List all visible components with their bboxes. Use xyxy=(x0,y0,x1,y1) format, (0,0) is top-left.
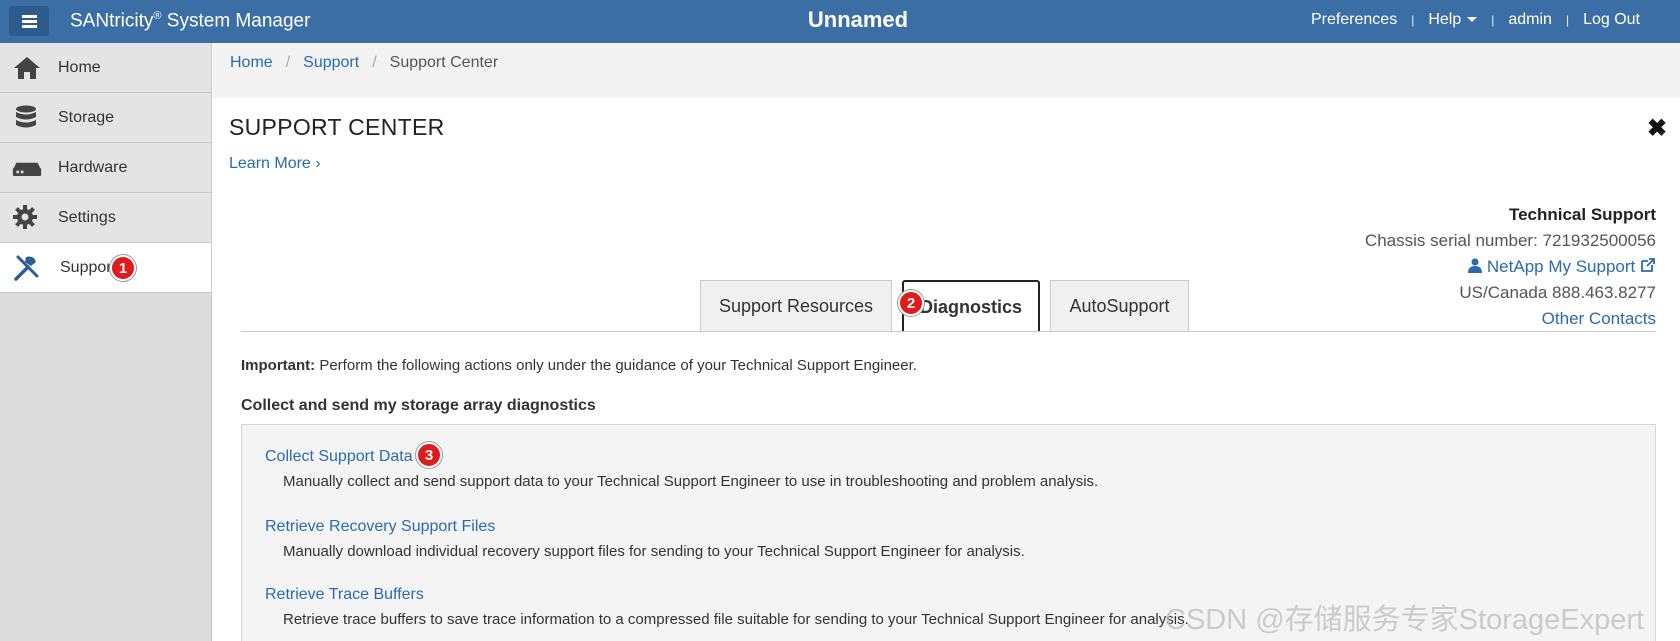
tools-icon xyxy=(14,255,39,281)
tabs-divider xyxy=(241,331,1656,332)
breadcrumb-separator: / xyxy=(285,54,291,71)
gear-icon xyxy=(13,205,37,229)
support-phone: US/Canada 888.463.8277 xyxy=(1459,283,1656,302)
watermark: CSDN @存储服务专家StorageExpert xyxy=(1165,604,1645,636)
sidebar-item-label: Home xyxy=(58,59,101,76)
top-nav: Preferences | Help | admin | Log Out xyxy=(1311,11,1640,29)
technical-support-panel: Technical Support Chassis serial number:… xyxy=(1365,202,1656,332)
chevron-right-icon: › xyxy=(315,155,321,172)
sidebar-item-hardware[interactable]: Hardware xyxy=(0,143,211,193)
tab-support-resources[interactable]: Support Resources xyxy=(700,280,892,332)
sidebar-item-label: Support xyxy=(60,259,110,276)
nav-separator: | xyxy=(1565,13,1570,27)
page-title: SUPPORT CENTER xyxy=(229,114,445,140)
sidebar-item-home[interactable]: Home xyxy=(0,43,211,93)
technical-support-title: Technical Support xyxy=(1508,205,1656,224)
annotation-badge-2: 2 xyxy=(898,290,924,316)
nav-separator: | xyxy=(1491,13,1495,27)
breadcrumb-support[interactable]: Support xyxy=(303,54,359,72)
home-icon xyxy=(14,57,40,79)
action-description: Manually collect and send support data t… xyxy=(283,473,1099,490)
logout-link[interactable]: Log Out xyxy=(1583,11,1640,29)
sidebar-item-support[interactable]: Support 1 xyxy=(0,243,211,293)
breadcrumb: Home / Support / Support Center xyxy=(213,43,1680,98)
action-description: Manually download individual recovery su… xyxy=(283,543,1025,560)
breadcrumb-home[interactable]: Home xyxy=(230,54,273,72)
retrieve-recovery-support-files-link[interactable]: Retrieve Recovery Support Files xyxy=(265,518,495,535)
help-menu[interactable]: Help xyxy=(1428,11,1478,29)
breadcrumb-separator: / xyxy=(372,54,377,71)
sidebar-item-label: Hardware xyxy=(58,159,128,176)
database-icon xyxy=(16,105,36,128)
netapp-my-support-label: NetApp My Support xyxy=(1486,257,1636,276)
tab-autosupport[interactable]: AutoSupport xyxy=(1050,280,1189,332)
user-icon xyxy=(1468,258,1483,273)
preferences-link[interactable]: Preferences xyxy=(1311,11,1397,29)
action-description: Retrieve trace buffers to save trace inf… xyxy=(283,611,1189,628)
user-menu[interactable]: admin xyxy=(1508,11,1552,29)
important-text: Perform the following actions only under… xyxy=(315,357,917,374)
annotation-badge-3: 3 xyxy=(416,442,442,468)
important-label: Important: xyxy=(241,357,316,374)
help-label: Help xyxy=(1428,11,1462,28)
learn-more-label: Learn More xyxy=(229,155,311,172)
sidebar-item-label: Storage xyxy=(58,109,115,126)
netapp-my-support-link[interactable]: NetApp My Support xyxy=(1365,254,1656,280)
chassis-serial: Chassis serial number: 721932500056 xyxy=(1364,231,1656,250)
other-contacts-link[interactable]: Other Contacts xyxy=(1365,306,1656,332)
learn-more-link[interactable]: Learn More › xyxy=(229,155,321,173)
list-item: Retrieve Recovery Support Files Manually… xyxy=(265,518,1025,560)
hardware-icon xyxy=(12,162,42,176)
close-icon[interactable]: ✖ xyxy=(1647,114,1667,143)
sidebar: Home Storage Hardware Settings Suppor 1 xyxy=(0,43,212,641)
annotation-badge-1: 1 xyxy=(110,255,136,281)
sidebar-item-label: Settings xyxy=(58,209,116,226)
sidebar-item-storage[interactable]: Storage xyxy=(0,93,211,143)
breadcrumb-current: Support Center xyxy=(389,54,499,71)
caret-down-icon xyxy=(1467,17,1478,23)
list-item: Retrieve Trace Buffers Retrieve trace bu… xyxy=(265,586,1189,628)
nav-separator: | xyxy=(1411,13,1415,27)
collect-support-data-link[interactable]: Collect Support Data xyxy=(265,448,413,465)
external-link-icon xyxy=(1641,258,1655,272)
sidebar-item-settings[interactable]: Settings xyxy=(0,193,211,243)
section-heading: Collect and send my storage array diagno… xyxy=(241,397,596,414)
list-item: Collect Support Data Manually collect an… xyxy=(265,448,1098,490)
top-bar: SANtricity® System Manager Unnamed Prefe… xyxy=(0,0,1680,43)
important-notice: Important: Perform the following actions… xyxy=(241,357,917,374)
retrieve-trace-buffers-link[interactable]: Retrieve Trace Buffers xyxy=(265,586,424,603)
